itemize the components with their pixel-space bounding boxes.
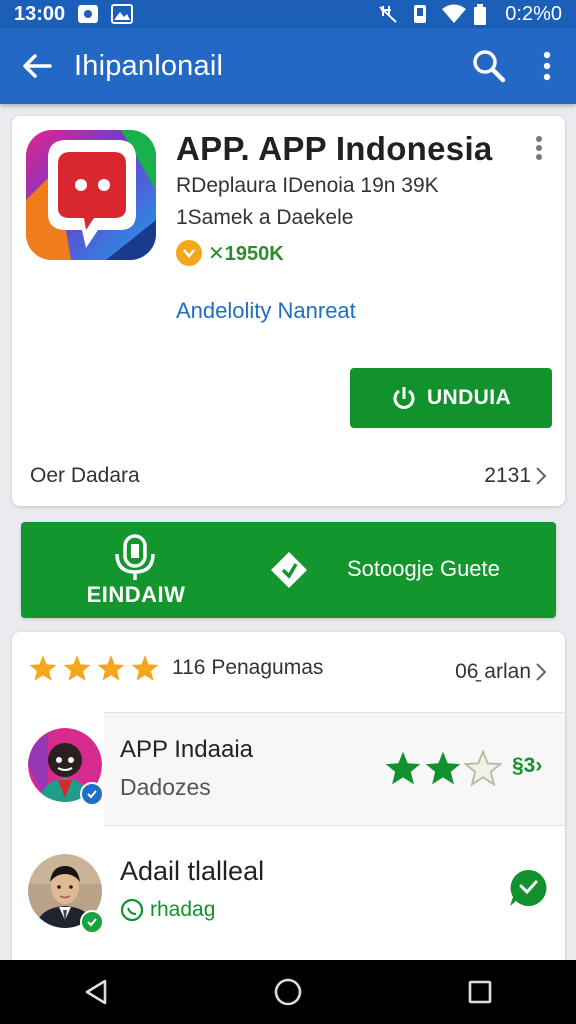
coin-icon xyxy=(176,240,202,266)
app-category: 1Samek a Daekele xyxy=(176,206,354,229)
back-button[interactable] xyxy=(0,28,74,104)
whatsapp-icon xyxy=(120,898,144,922)
status-bar: 13:00 0:2%0 xyxy=(0,0,576,28)
banner-right-button[interactable] xyxy=(269,550,309,595)
triangle-back-icon xyxy=(85,979,107,1005)
star-outline-icon xyxy=(464,750,502,786)
arrow-back-icon xyxy=(23,54,52,78)
circle-home-icon xyxy=(274,978,302,1006)
star-icon xyxy=(63,655,91,681)
overflow-menu-button[interactable] xyxy=(518,28,576,104)
battery-percent: 0:2%0 xyxy=(505,2,562,25)
search-button[interactable] xyxy=(460,28,518,104)
star-icon xyxy=(385,751,421,785)
reviewer-name: APP Indaaia xyxy=(120,736,253,763)
review-score[interactable]: §3› xyxy=(512,754,542,778)
nav-recents-button[interactable] xyxy=(450,960,510,1024)
reviewer-subtitle: Dadozes xyxy=(120,774,211,800)
page-title: Ihipanlonail xyxy=(74,49,224,82)
reviews-card: 116 Penagumas 06̱ arlan APP Indaaia Dado… xyxy=(12,632,565,972)
download-count: ✕1950K xyxy=(208,242,284,265)
reviewer-subtitle: rhadag xyxy=(120,898,215,922)
star-icon xyxy=(131,655,159,681)
app-name: APP. APP Indonesia xyxy=(176,130,493,167)
app-footer-link[interactable]: 2131 xyxy=(484,464,547,488)
battery-icon xyxy=(473,4,495,25)
mute-icon xyxy=(377,4,399,24)
nav-back-button[interactable] xyxy=(66,960,126,1024)
chevron-right-icon xyxy=(536,663,547,681)
verified-icon xyxy=(80,910,104,934)
image-icon xyxy=(111,4,134,24)
chevron-right-icon xyxy=(536,467,547,485)
more-vert-icon xyxy=(536,136,542,160)
app-bar: Ihipanlonail xyxy=(0,28,576,104)
banner-right-label[interactable]: Sotoogje Guete xyxy=(347,556,500,582)
vibrate-icon xyxy=(409,4,431,24)
app-footer-left: Oer Dadara xyxy=(30,464,140,487)
app-developer[interactable]: RDeplaura IDenoia 19n 39K xyxy=(176,174,439,198)
more-vert-icon xyxy=(543,51,551,81)
reviews-right-label: 06̱ arlan xyxy=(455,660,531,683)
app-more-button[interactable] xyxy=(527,134,551,164)
notification-icon xyxy=(77,4,99,24)
status-time: 13:00 xyxy=(14,2,66,25)
review-stars xyxy=(384,750,502,786)
wifi-icon xyxy=(441,4,467,24)
tag-icon xyxy=(271,552,307,588)
install-label: UNDUIA xyxy=(426,386,512,409)
rating-summary: 116 Penagumas xyxy=(28,654,323,682)
reviewer-name: Adail tlalleal xyxy=(120,856,265,886)
banner-left-button[interactable]: EINDAIW xyxy=(21,522,221,618)
star-icon xyxy=(29,655,57,681)
reviewer-subtitle-text: rhadag xyxy=(150,898,216,921)
app-detail-card: APP. APP Indonesia RDeplaura IDenoia 19n… xyxy=(12,116,565,506)
star-icon xyxy=(97,655,125,681)
star-icon xyxy=(425,751,461,785)
chat-icon xyxy=(510,869,547,906)
system-nav-bar xyxy=(0,960,576,1024)
action-banner: EINDAIW Sotoogje Guete xyxy=(21,522,556,618)
install-button[interactable]: UNDUIA xyxy=(350,368,552,428)
microphone-icon xyxy=(115,534,155,580)
footer-count: 2131 xyxy=(484,464,531,487)
verified-icon xyxy=(80,782,104,806)
banner-left-label: EINDAIW xyxy=(86,582,186,607)
search-icon xyxy=(473,50,506,83)
app-icon[interactable] xyxy=(26,130,156,260)
app-link[interactable]: Andelolity Nanreat xyxy=(176,298,356,324)
square-recents-icon xyxy=(468,980,492,1004)
app-badge: ✕1950K xyxy=(176,240,284,266)
chat-button[interactable] xyxy=(508,868,548,913)
rating-count: 116 Penagumas xyxy=(172,656,324,679)
power-icon xyxy=(393,387,415,409)
nav-home-button[interactable] xyxy=(258,960,318,1024)
reviews-see-all[interactable]: 06̱ arlan xyxy=(455,660,547,684)
